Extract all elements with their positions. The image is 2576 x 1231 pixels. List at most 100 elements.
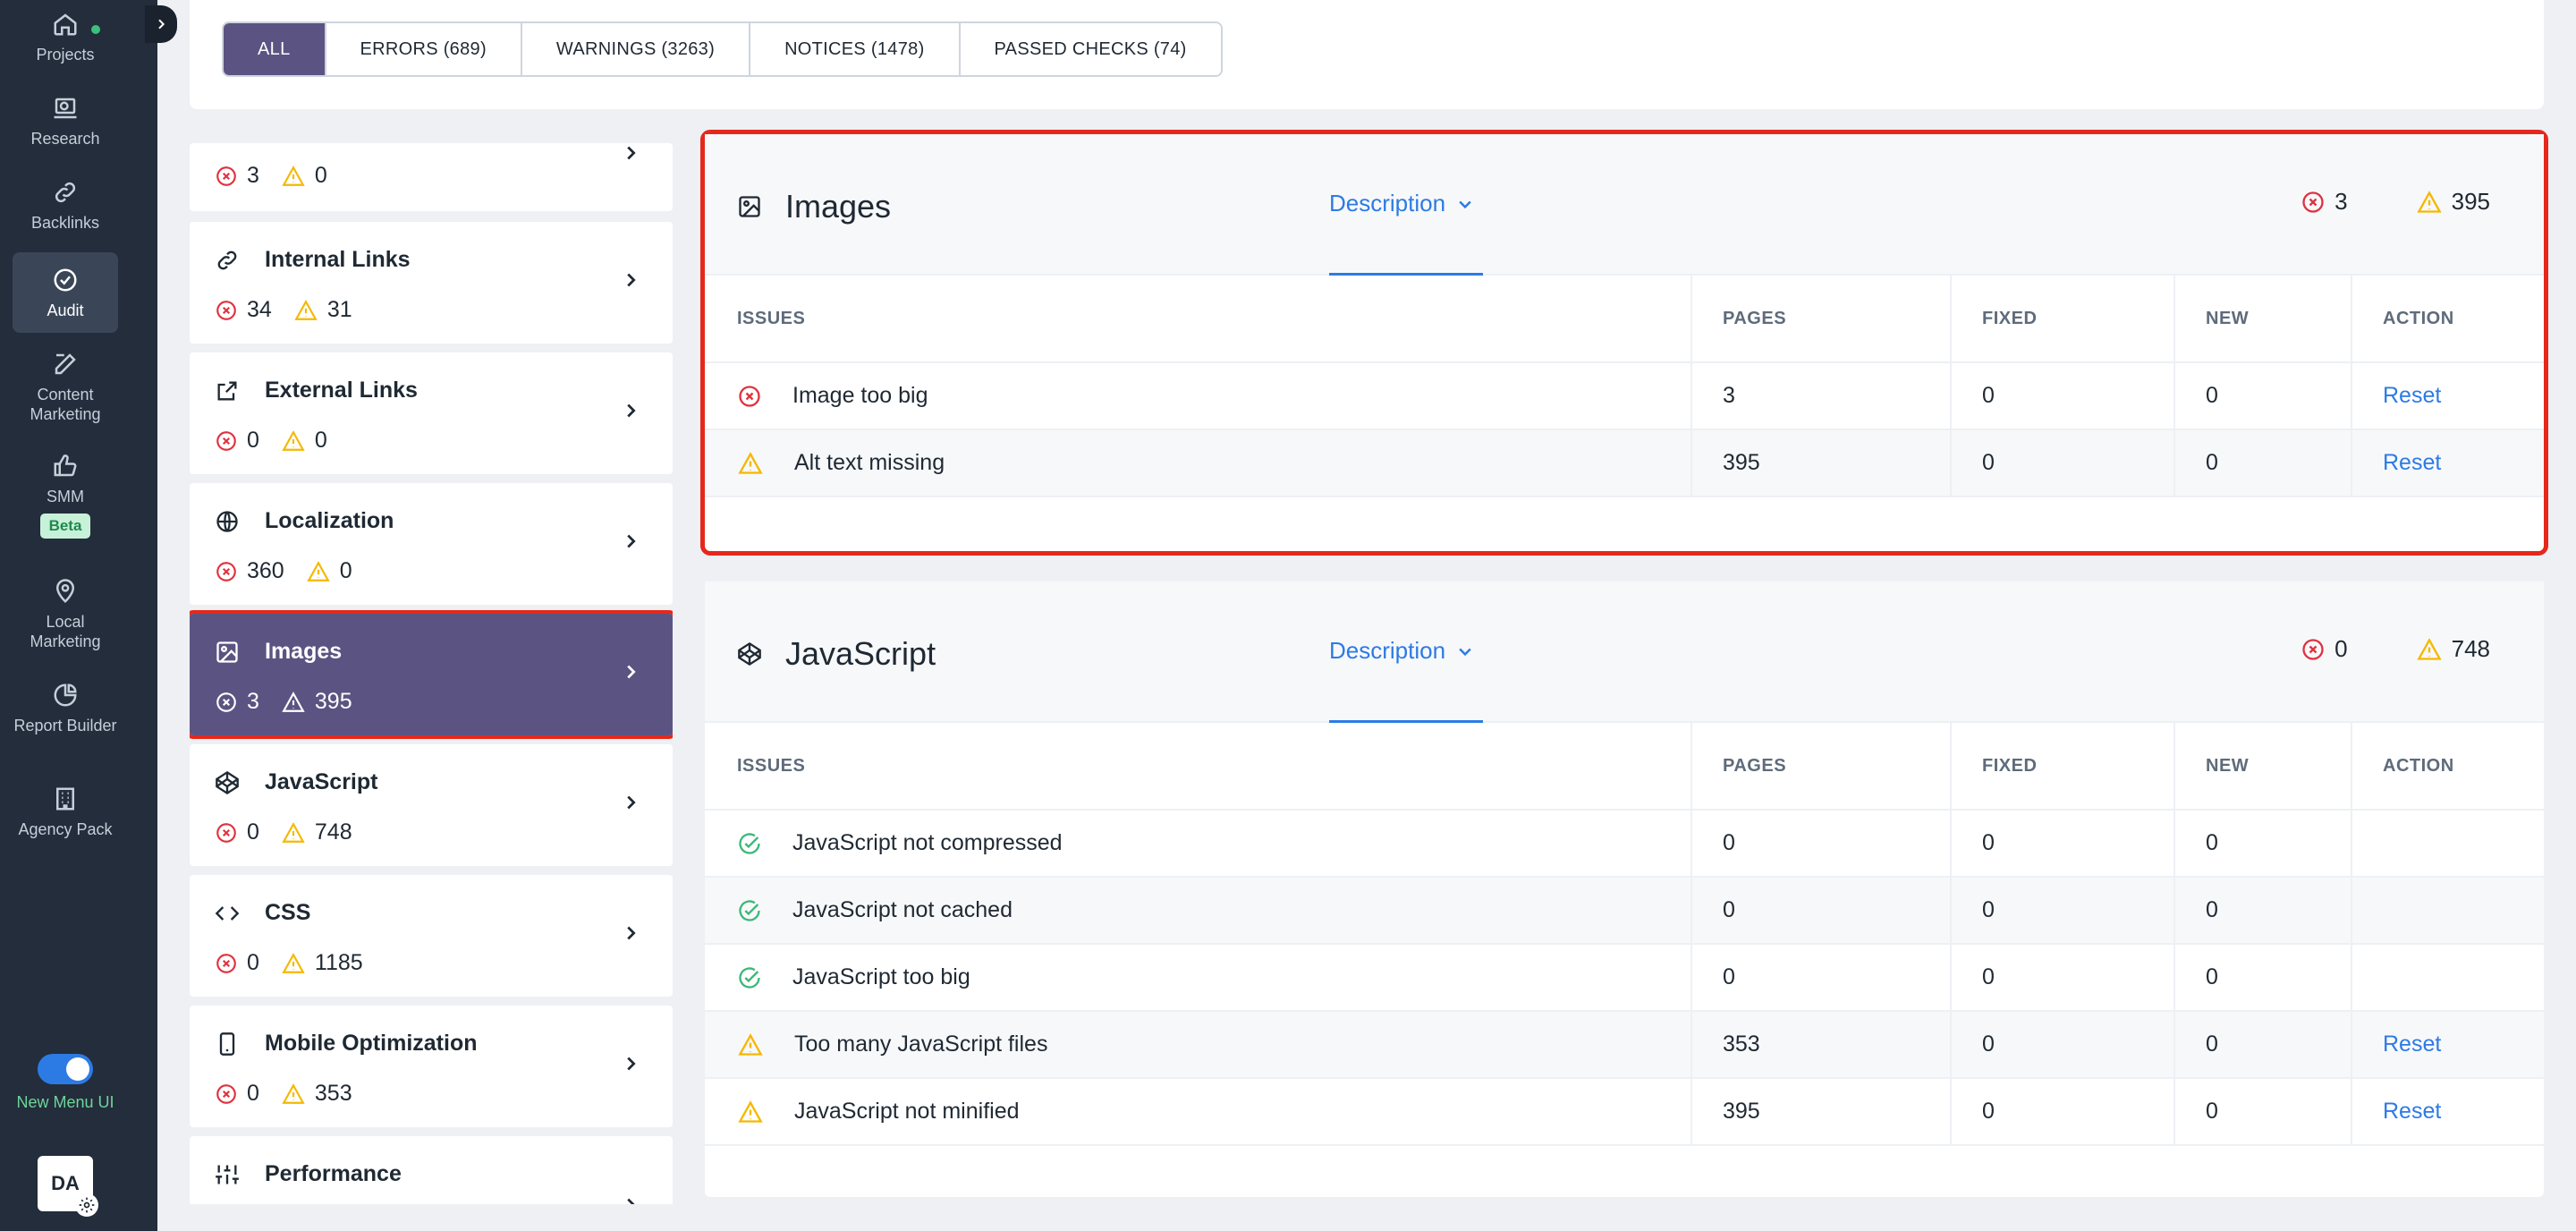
warning-count: 0 (314, 428, 327, 453)
category-counts: 3 395 (215, 689, 374, 715)
issue-name[interactable]: JavaScript not minified (794, 1099, 1020, 1125)
category-title: Internal Links (215, 247, 411, 273)
nav-item-local-marketing[interactable]: Local Marketing (13, 578, 118, 655)
category-javascript[interactable]: JavaScript 0 748 (190, 744, 673, 866)
category-external-links[interactable]: External Links 0 0 (190, 352, 673, 474)
error-count: 0 (2334, 635, 2348, 662)
issue-name[interactable]: JavaScript not cached (792, 897, 1013, 923)
warning-icon (2416, 190, 2442, 213)
table-header: ISSUES PAGES FIXED NEW ACTION (705, 276, 2544, 363)
category-images[interactable]: Images 3 395 (190, 610, 673, 739)
nav-label: Backlinks (30, 214, 100, 232)
reset-link[interactable]: Reset (2352, 430, 2544, 496)
warning-icon (294, 299, 318, 320)
error-icon (216, 430, 236, 451)
error-count: 3 (2334, 188, 2348, 215)
category-localization[interactable]: Localization 360 0 (190, 483, 673, 605)
filter-tab-errors[interactable]: ERRORS (689) (326, 23, 522, 75)
error-icon (216, 300, 236, 320)
pages-cell[interactable]: 3 (1692, 363, 1952, 429)
category-list: 3 0 Internal Links 34 31 External Links … (190, 143, 673, 1204)
error-count: 360 (247, 558, 284, 583)
nav-label: SMM (47, 488, 84, 505)
error-icon (216, 692, 236, 712)
nav-item-projects[interactable]: Projects (13, 11, 118, 73)
nav-label: Research (30, 130, 100, 148)
warning-icon (282, 165, 305, 186)
fixed-cell: 0 (1952, 878, 2175, 943)
table-row: JavaScript not cached 0 0 0 (705, 878, 2544, 945)
table-row: JavaScript not compressed 0 0 0 (705, 811, 2544, 878)
error-icon (2302, 638, 2324, 660)
nav-item-research[interactable]: Research (13, 95, 118, 157)
error-count: 34 (247, 297, 272, 322)
warning-count: 0 (339, 558, 352, 583)
nav-label: Content Marketing (30, 386, 101, 423)
description-dropdown[interactable]: Description (1329, 582, 1483, 723)
passed-check-icon (739, 966, 760, 989)
chevron-right-icon (627, 403, 636, 418)
filter-tab-warnings[interactable]: WARNINGS (3263) (521, 23, 751, 75)
issue-name[interactable]: Alt text missing (794, 450, 945, 476)
action-cell (2352, 945, 2544, 1010)
category-css[interactable]: CSS 0 1185 (190, 875, 673, 997)
category-internal-links[interactable]: Internal Links 34 31 (190, 222, 673, 344)
category-name: Localization (265, 508, 394, 533)
pages-cell[interactable]: 395 (1692, 1079, 1952, 1144)
panel-stats: 3 395 (2301, 188, 2490, 216)
nav-item-smm[interactable]: SMM Beta (13, 453, 118, 551)
issue-name[interactable]: JavaScript too big (792, 964, 970, 990)
chevron-right-icon (627, 146, 636, 160)
issue-name[interactable]: JavaScript not compressed (792, 830, 1063, 856)
nav-label: Local Marketing (30, 613, 101, 650)
table-row: Image too big 3 0 0 Reset (705, 363, 2544, 430)
error-icon (216, 1083, 236, 1104)
error-count: 3 (247, 689, 259, 714)
error-icon (216, 953, 236, 973)
expand-rail-button[interactable] (145, 5, 177, 43)
filter-tab-all[interactable]: ALL (224, 23, 326, 75)
nav-item-report-builder[interactable]: Report Builder (13, 682, 118, 759)
new-menu-toggle-group: New Menu UI (0, 1054, 131, 1112)
issue-name[interactable]: Image too big (792, 383, 928, 409)
category-name: Internal Links (265, 247, 411, 272)
error-count: 0 (247, 950, 259, 975)
toggle-label: New Menu UI (16, 1093, 114, 1111)
filter-tab-passed-checks[interactable]: PASSED CHECKS (74) (960, 23, 1221, 75)
category-counts: 0 0 (215, 428, 349, 454)
nav-item-audit[interactable]: Audit (13, 252, 118, 333)
error-count: 3 (247, 163, 259, 188)
chevron-right-icon (627, 926, 636, 940)
nav-item-agency-pack[interactable]: Agency Pack (13, 785, 118, 862)
new-menu-toggle[interactable] (38, 1054, 93, 1084)
category-counts: 34 31 (215, 297, 374, 323)
issue-cell: JavaScript too big (705, 945, 1692, 1010)
col-pages: PAGES (1692, 276, 1952, 361)
warning-icon (282, 821, 305, 843)
pages-cell[interactable]: 395 (1692, 430, 1952, 496)
category-card[interactable]: 3 0 (190, 143, 673, 211)
pages-cell[interactable]: 353 (1692, 1012, 1952, 1077)
pages-cell: 0 (1692, 945, 1952, 1010)
pages-cell: 0 (1692, 811, 1952, 876)
reset-link[interactable]: Reset (2352, 363, 2544, 429)
issue-name[interactable]: Too many JavaScript files (794, 1031, 1047, 1057)
issues-table: ISSUES PAGES FIXED NEW ACTION Image too … (705, 276, 2544, 497)
warning-icon (282, 1082, 305, 1104)
chevron-right-icon (158, 19, 165, 30)
filter-tab-notices[interactable]: NOTICES (1478) (750, 23, 961, 75)
nav-label: Projects (36, 46, 95, 64)
nav-item-content-marketing[interactable]: Content Marketing (13, 351, 118, 428)
error-icon (2302, 191, 2324, 213)
reset-link[interactable]: Reset (2352, 1012, 2544, 1077)
category-performance[interactable]: Performance (190, 1136, 673, 1204)
reset-link[interactable]: Reset (2352, 1079, 2544, 1144)
avatar[interactable]: DA (38, 1156, 98, 1217)
category-mobile-optimization[interactable]: Mobile Optimization 0 353 (190, 1006, 673, 1127)
warning-icon (307, 560, 330, 582)
warning-count: 31 (326, 297, 352, 322)
panel-header: JavaScript Description 0 748 (705, 582, 2544, 723)
description-dropdown[interactable]: Description (1329, 134, 1483, 276)
nav-item-backlinks[interactable]: Backlinks (13, 179, 118, 242)
category-title: External Links (215, 378, 418, 403)
